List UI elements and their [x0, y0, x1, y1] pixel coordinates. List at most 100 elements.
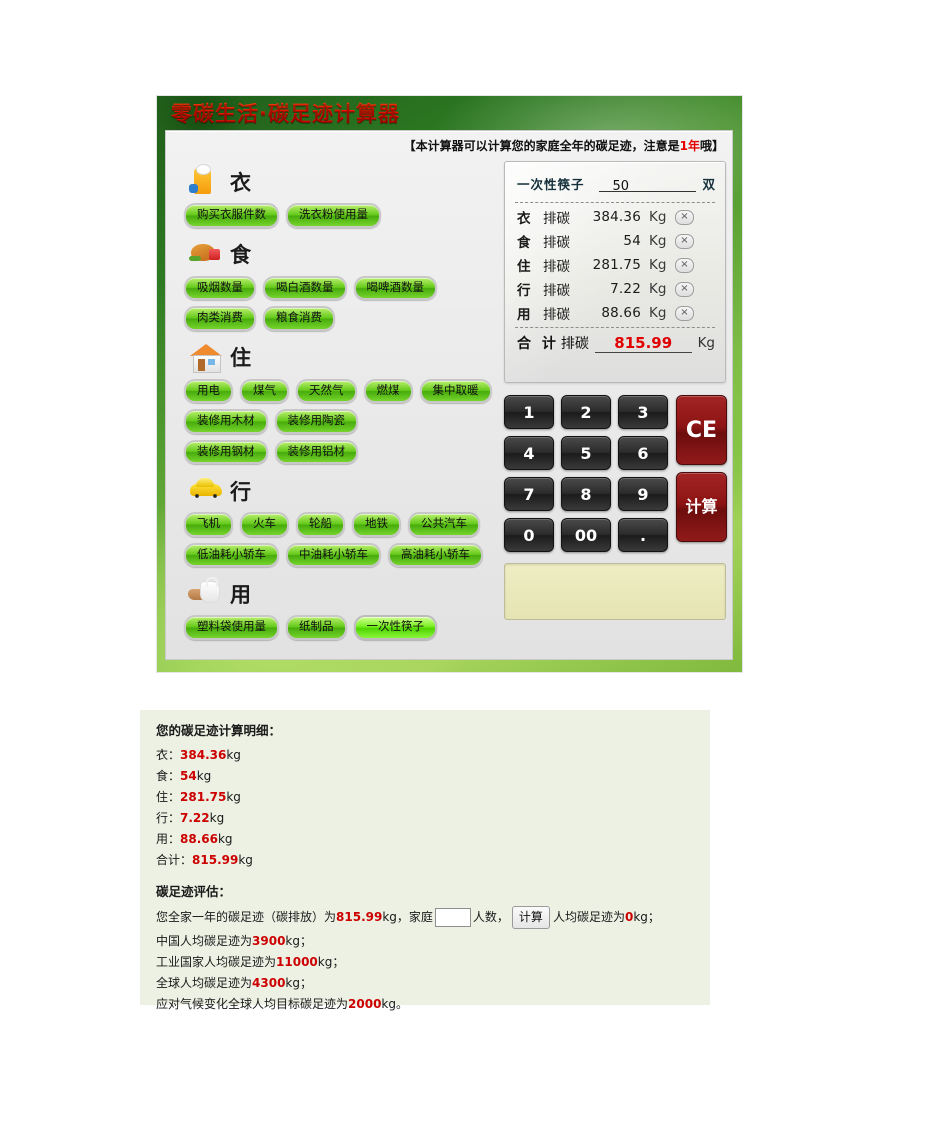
category-items: 低油耗小轿车 中油耗小轿车 高油耗小轿车: [172, 542, 512, 574]
emission-rows: 衣 排碳 384.36 Kg × 食 排碳 54 Kg × 住 排碳 281.7…: [505, 203, 725, 325]
emission-row: 用 排碳 88.66 Kg ×: [517, 301, 715, 325]
category-header: 行: [172, 472, 512, 512]
detail-label: 食：: [156, 769, 181, 783]
comparison-line: 工业国家人均碳足迹为11000kg；: [140, 952, 710, 973]
item-button[interactable]: 粮食消费: [263, 306, 335, 331]
emission-row: 行 排碳 7.22 Kg ×: [517, 277, 715, 301]
item-button[interactable]: 肉类消费: [184, 306, 256, 331]
item-button[interactable]: 装修用钢材: [184, 439, 268, 464]
item-button[interactable]: 集中取暖: [419, 378, 492, 403]
notice-suffix: 哦】: [699, 139, 724, 153]
item-button[interactable]: 装修用陶瓷: [274, 409, 358, 434]
keypad-display[interactable]: [504, 563, 726, 620]
item-button[interactable]: 飞机: [184, 512, 233, 537]
clear-row-icon[interactable]: ×: [675, 281, 694, 297]
detail-unit: kg: [196, 769, 212, 783]
detail-value: 815.99: [192, 853, 239, 867]
category-items: 用电 煤气 天然气 燃煤 集中取暖: [172, 378, 512, 410]
current-item-input[interactable]: 50: [598, 175, 697, 194]
category-header: 衣: [172, 163, 512, 203]
house-icon: [190, 343, 224, 375]
comparison-suffix: kg；: [317, 955, 345, 969]
row-unit: Kg: [649, 257, 667, 273]
item-button[interactable]: 地铁: [352, 512, 401, 537]
clear-row-icon[interactable]: ×: [675, 305, 694, 321]
item-button[interactable]: 低油耗小轿车: [184, 542, 279, 567]
item-button[interactable]: 洗衣粉使用量: [286, 203, 381, 228]
clear-row-icon[interactable]: ×: [675, 209, 694, 225]
item-button[interactable]: 喝白酒数量: [263, 275, 347, 300]
clear-entry-button[interactable]: CE: [676, 395, 727, 465]
key-8[interactable]: 8: [561, 477, 611, 511]
item-button[interactable]: 煤气: [240, 378, 289, 403]
item-button-selected[interactable]: 一次性筷子: [353, 615, 437, 640]
item-button[interactable]: 天然气: [296, 378, 357, 403]
food-icon: [189, 240, 224, 272]
total-label: 合 计: [517, 336, 559, 352]
category-daily-use: 用 塑料袋使用量 纸制品 一次性筷子: [172, 575, 512, 646]
comparison-line: 应对气候变化全球人均目标碳足迹为2000kg。: [140, 994, 710, 1015]
key-7[interactable]: 7: [504, 477, 554, 511]
clear-row-icon[interactable]: ×: [675, 257, 694, 273]
comparison-suffix: kg；: [285, 934, 312, 948]
key-double-zero[interactable]: 00: [561, 518, 611, 552]
eval-text-a: 您全家一年的碳足迹（碳排放）为: [156, 910, 337, 924]
comparison-prefix: 全球人均碳足迹为: [156, 976, 253, 990]
key-4[interactable]: 4: [504, 436, 554, 470]
item-button[interactable]: 用电: [184, 378, 233, 403]
item-button[interactable]: 喝啤酒数量: [353, 275, 437, 300]
row-label: 排碳: [543, 211, 570, 227]
detail-line: 食：54kg: [140, 766, 710, 787]
result-column: 一次性筷子 50 双 衣 排碳 384.36 Kg × 食 排碳 54 Kg ×…: [504, 161, 728, 620]
total-value: 815.99: [594, 334, 692, 353]
key-2[interactable]: 2: [561, 395, 611, 429]
item-button[interactable]: 购买衣服件数: [184, 203, 279, 228]
category-title: 住: [230, 346, 251, 370]
category-items: 购买衣服件数 洗衣粉使用量: [172, 203, 512, 234]
detail-value: 7.22: [180, 811, 210, 825]
key-5[interactable]: 5: [561, 436, 611, 470]
item-button[interactable]: 高油耗小轿车: [388, 542, 483, 567]
detail-label: 住：: [156, 790, 181, 804]
category-list: 衣 购买衣服件数 洗衣粉使用量 食 吸烟数量 喝白酒数量 喝啤酒数量 肉类消费 …: [172, 161, 512, 646]
item-button[interactable]: 燃煤: [363, 378, 413, 403]
item-button[interactable]: 公共汽车: [408, 512, 480, 537]
item-button[interactable]: 吸烟数量: [184, 275, 256, 300]
key-9[interactable]: 9: [618, 477, 668, 511]
row-category: 衣: [517, 211, 531, 227]
detail-value: 384.36: [180, 748, 227, 762]
app-title: 零碳生活·碳足迹计算器: [171, 98, 400, 128]
clear-row-icon[interactable]: ×: [675, 233, 694, 249]
item-button[interactable]: 轮船: [296, 512, 345, 537]
item-button[interactable]: 纸制品: [286, 615, 347, 640]
notice-highlight: 1年: [679, 139, 700, 153]
household-size-input[interactable]: [434, 908, 471, 927]
key-6[interactable]: 6: [618, 436, 668, 470]
comparison-value: 4300: [252, 976, 286, 990]
key-1[interactable]: 1: [504, 395, 554, 429]
number-grid: 1 2 3 4 5 6 7 8 9 0 00 .: [504, 395, 668, 552]
detail-unit: kg: [209, 811, 225, 825]
eval-calculate-button[interactable]: 计算: [511, 906, 550, 929]
item-button[interactable]: 装修用木材: [184, 409, 268, 434]
comparison-prefix: 工业国家人均碳足迹为: [156, 955, 277, 969]
comparison-line: 全球人均碳足迹为4300kg；: [140, 973, 710, 994]
current-item-value: 50: [612, 178, 630, 194]
comparison-value: 3900: [252, 934, 286, 948]
row-value: 54: [623, 233, 641, 249]
item-button[interactable]: 塑料袋使用量: [184, 615, 279, 640]
comparison-suffix: kg。: [381, 997, 408, 1011]
item-button[interactable]: 装修用铝材: [274, 439, 358, 464]
category-items: 装修用钢材 装修用铝材: [172, 439, 512, 471]
item-button[interactable]: 中油耗小轿车: [286, 542, 381, 567]
row-label: 排碳: [543, 307, 570, 323]
key-3[interactable]: 3: [618, 395, 668, 429]
key-decimal-point[interactable]: .: [618, 518, 668, 552]
detail-value: 88.66: [180, 832, 218, 846]
eval-text-d: 人均碳足迹为: [552, 910, 625, 924]
item-button[interactable]: 火车: [240, 512, 289, 537]
category-title: 行: [230, 479, 251, 504]
key-0[interactable]: 0: [504, 518, 554, 552]
calculate-button[interactable]: 计算: [676, 472, 727, 542]
row-category: 食: [517, 235, 531, 251]
